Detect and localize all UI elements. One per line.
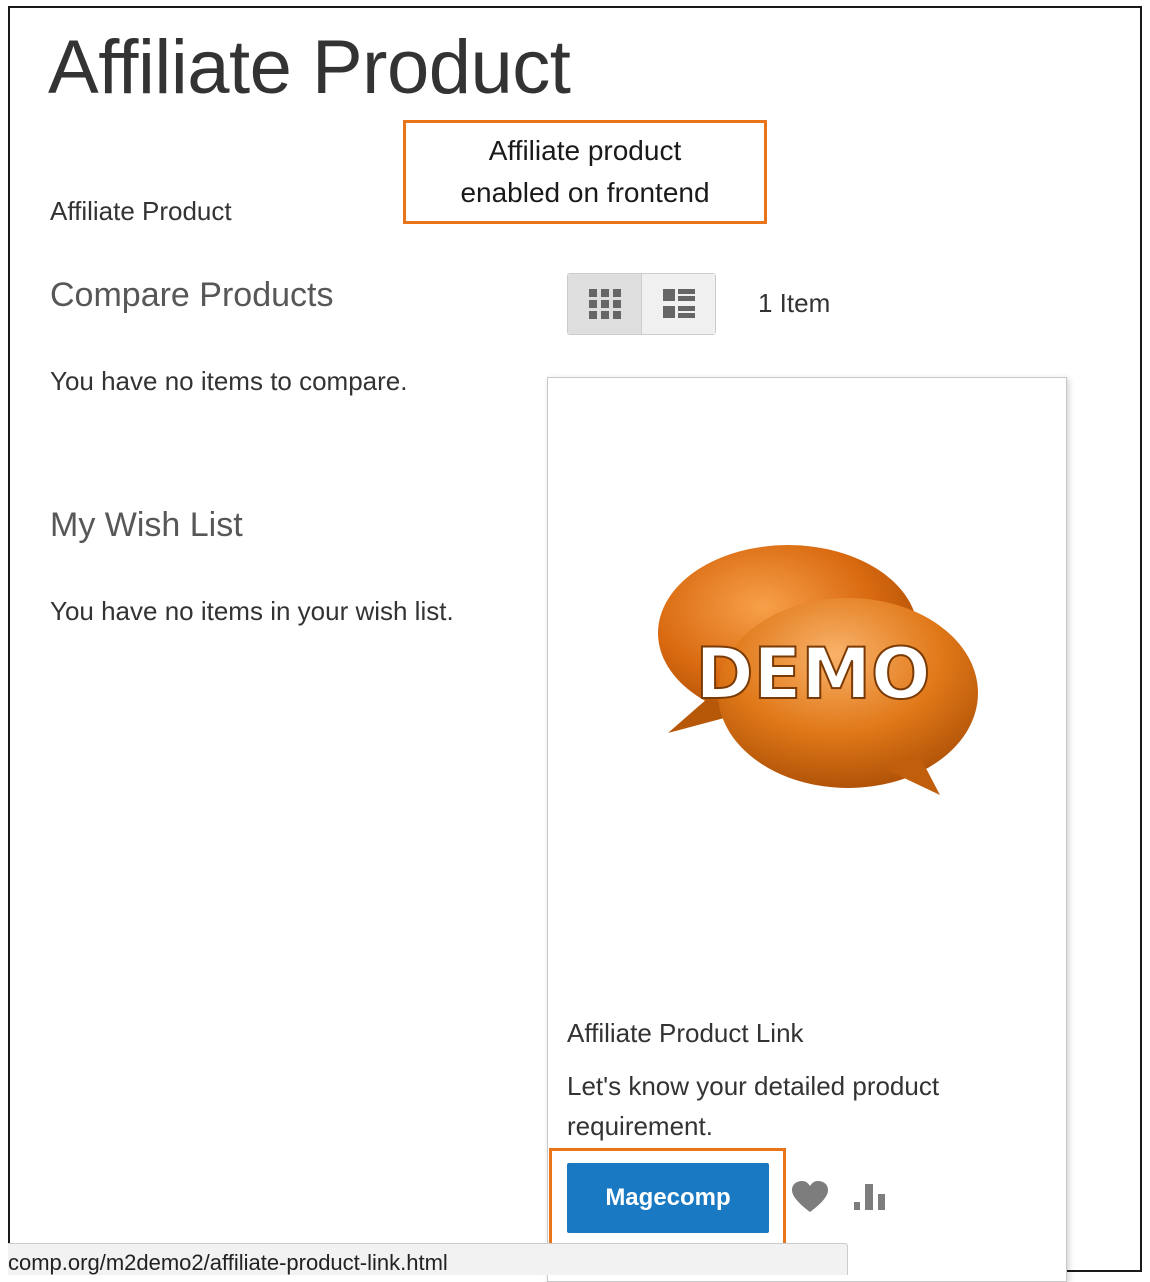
toolbar-item-count: 1 Item xyxy=(758,288,831,318)
magecomp-affiliate-button[interactable]: Magecomp xyxy=(567,1163,769,1233)
product-description: Let's know your detailed product require… xyxy=(567,1071,940,1141)
annotation-callout: Affiliate product enabled on frontend xyxy=(403,120,767,224)
compare-icon[interactable] xyxy=(854,1184,890,1210)
wishlist-title: My Wish List xyxy=(50,506,243,544)
view-mode-switch xyxy=(567,273,716,335)
compare-empty-message: You have no items to compare. xyxy=(50,366,408,396)
product-image[interactable]: DEMO xyxy=(648,543,978,823)
heart-icon[interactable] xyxy=(792,1181,828,1213)
demo-logo-text: DEMO xyxy=(695,633,930,715)
grid-icon xyxy=(588,289,621,319)
wishlist-empty-message: You have no items in your wish list. xyxy=(50,596,454,626)
list-icon xyxy=(662,289,695,318)
grid-mode-button[interactable] xyxy=(568,274,642,334)
product-card: DEMO Affiliate Product Link Let's know y… xyxy=(547,377,1067,1282)
breadcrumb: Affiliate Product xyxy=(50,196,232,226)
compare-products-title: Compare Products xyxy=(50,276,334,314)
page-title: Affiliate Product xyxy=(48,25,571,110)
product-name-link[interactable]: Affiliate Product Link xyxy=(567,1018,804,1049)
browser-status-bar: comp.org/m2demo2/affiliate-product-link.… xyxy=(8,1243,848,1275)
list-mode-button[interactable] xyxy=(642,274,715,334)
